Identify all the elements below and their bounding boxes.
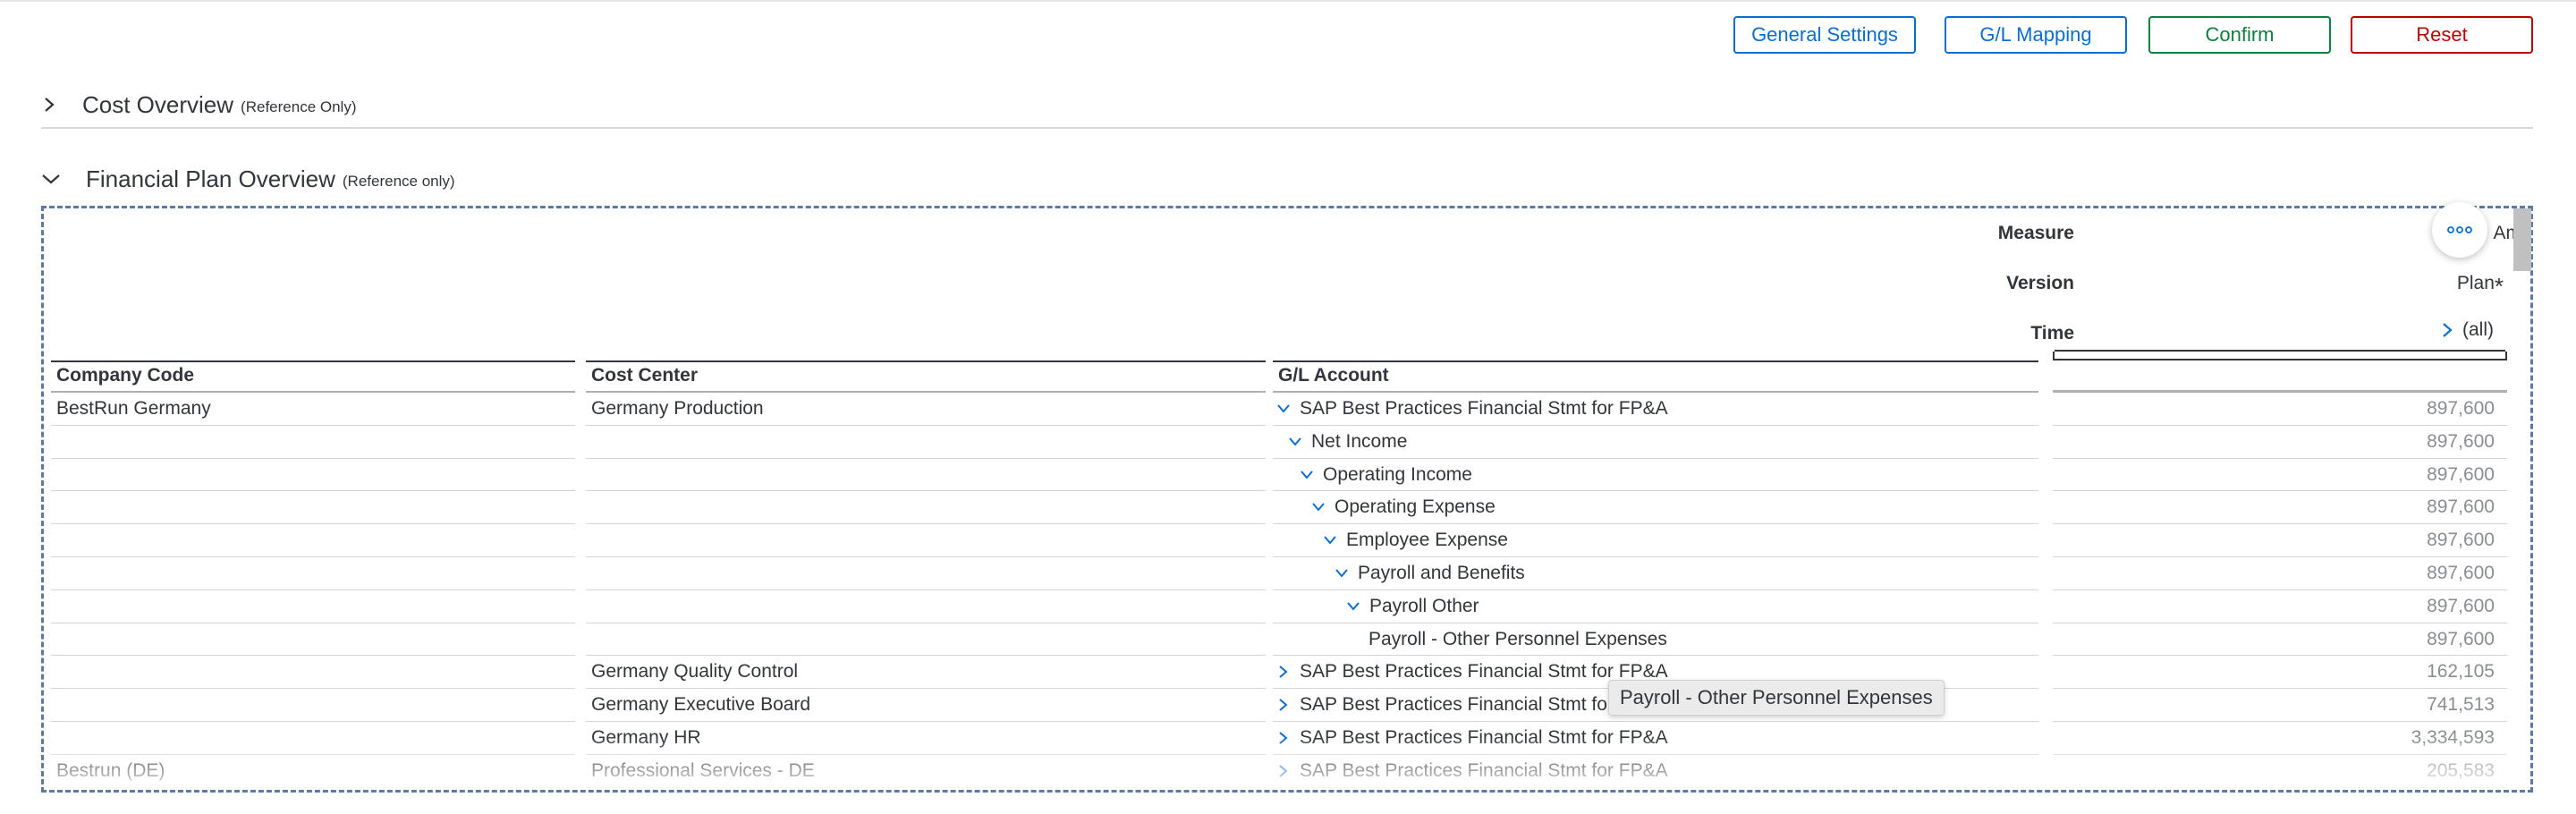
amount-cell: 741,513 bbox=[2427, 694, 2495, 716]
gl-mapping-button[interactable]: G/L Mapping bbox=[1945, 16, 2127, 54]
financial-plan-header[interactable]: Financial Plan Overview (Reference only) bbox=[41, 161, 455, 197]
more-button[interactable] bbox=[2432, 202, 2487, 258]
gl-account-cell: Operating Income bbox=[1323, 463, 1472, 485]
financial-plan-subtitle: (Reference only) bbox=[342, 173, 455, 190]
table-row[interactable]: Employee Expense 897,600 bbox=[44, 524, 2530, 557]
more-horizontal-icon bbox=[2447, 226, 2472, 233]
table-row[interactable]: Germany Executive Board SAP Best Practice… bbox=[44, 689, 2530, 722]
amount-cell: 897,600 bbox=[2427, 628, 2495, 649]
chevron-right-icon[interactable] bbox=[1276, 698, 1291, 712]
version-marker: * bbox=[2494, 273, 2504, 300]
version-text: Plan bbox=[2456, 273, 2495, 293]
table-row[interactable]: Bestrun (DE) Professional Services - DE SA… bbox=[44, 755, 2530, 788]
col-company-code[interactable]: Company Code bbox=[51, 360, 575, 393]
amount-cell: 897,600 bbox=[2427, 595, 2495, 616]
table-row[interactable]: Operating Expense 897,600 bbox=[44, 491, 2530, 525]
table-row[interactable]: BestRun Germany Germany Production SAP Bes… bbox=[44, 393, 2530, 426]
gl-account-cell: SAP Best Practices Financial Stmt for bbox=[1300, 694, 1614, 716]
table-row[interactable]: Payroll Other 897,600 bbox=[44, 590, 2530, 623]
chevron-down-icon[interactable] bbox=[1276, 402, 1291, 416]
chevron-down-icon[interactable] bbox=[1311, 500, 1326, 514]
row-separator bbox=[1273, 786, 2038, 788]
row-separator bbox=[51, 786, 575, 788]
chevron-right-icon[interactable] bbox=[2441, 322, 2453, 338]
gl-account-cell: Employee Expense bbox=[1346, 530, 1508, 551]
company-code-cell: Bestrun (DE) bbox=[56, 759, 165, 781]
amount-cell: 3,334,593 bbox=[2411, 727, 2495, 748]
amount-cell: 897,600 bbox=[2427, 430, 2495, 452]
amount-cell: 205,583 bbox=[2427, 759, 2495, 781]
financial-plan-title: Financial Plan Overview bbox=[86, 165, 335, 192]
gl-account-cell: Payroll and Benefits bbox=[1358, 563, 1525, 583]
gl-account-cell: SAP Best Practices Financial Stmt for FP… bbox=[1300, 398, 1668, 419]
table-row[interactable]: Operating Income 897,600 bbox=[44, 459, 2530, 492]
chevron-down-icon[interactable] bbox=[1346, 599, 1360, 614]
time-text: (all) bbox=[2462, 319, 2494, 340]
version-label: Version bbox=[2006, 273, 2074, 293]
chevron-down-icon[interactable] bbox=[1288, 435, 1302, 449]
chevron-down-icon[interactable] bbox=[41, 171, 61, 187]
measure-label: Measure bbox=[1997, 223, 2074, 243]
cost-overview-header[interactable]: Cost Overview (Reference Only) bbox=[41, 87, 356, 123]
table-row[interactable]: Germany Quality Control SAP Best Practice… bbox=[44, 656, 2530, 690]
time-cell-box bbox=[2053, 350, 2507, 360]
version-value: Plan* bbox=[2056, 273, 2504, 301]
cost-center-cell: Germany Production bbox=[591, 398, 764, 419]
table-row[interactable]: Payroll - Other Personnel Expenses 897,60… bbox=[44, 623, 2530, 657]
col-cost-center[interactable]: Cost Center bbox=[586, 360, 1266, 393]
time-value[interactable]: (all) bbox=[2441, 319, 2494, 341]
amount-cell: 897,600 bbox=[2427, 496, 2495, 518]
cost-overview-subtitle: (Reference Only) bbox=[241, 98, 357, 115]
amount-cell: 897,600 bbox=[2427, 563, 2495, 583]
gl-account-cell: SAP Best Practices Financial Stmt for FP… bbox=[1300, 759, 1668, 781]
amount-cell: 897,600 bbox=[2427, 463, 2495, 485]
cost-overview-title: Cost Overview bbox=[82, 90, 234, 118]
amount-cell: 162,105 bbox=[2427, 661, 2495, 683]
vertical-scrollbar[interactable] bbox=[2513, 208, 2531, 271]
section-divider bbox=[41, 127, 2533, 129]
chevron-right-icon[interactable] bbox=[1276, 764, 1291, 778]
amount-cell: 897,600 bbox=[2427, 398, 2495, 419]
cost-center-cell: Germany Quality Control bbox=[591, 661, 799, 683]
reset-button[interactable]: Reset bbox=[2351, 16, 2533, 54]
col-gl-account[interactable]: G/L Account bbox=[1273, 360, 2038, 393]
top-border bbox=[0, 0, 2576, 2]
cost-center-cell: Germany HR bbox=[591, 727, 701, 748]
table-row[interactable]: Germany HR SAP Best Practices Financial S… bbox=[44, 722, 2530, 755]
financial-plan-table[interactable]: Measure Am Version Plan* Time (all) Comp… bbox=[41, 206, 2533, 793]
cost-center-cell: Germany Executive Board bbox=[591, 694, 811, 716]
company-code-cell: BestRun Germany bbox=[56, 398, 211, 419]
general-settings-button[interactable]: General Settings bbox=[1733, 16, 1916, 54]
chevron-down-icon[interactable] bbox=[1323, 533, 1337, 547]
chevron-right-icon[interactable] bbox=[1276, 665, 1291, 679]
chevron-down-icon[interactable] bbox=[1335, 566, 1349, 581]
chevron-down-icon[interactable] bbox=[1300, 468, 1314, 482]
chevron-right-icon[interactable] bbox=[1276, 731, 1291, 745]
cell-tooltip: Payroll - Other Personnel Expenses bbox=[1608, 680, 1945, 716]
cost-center-cell: Professional Services - DE bbox=[591, 759, 815, 781]
chevron-right-icon[interactable] bbox=[41, 97, 57, 113]
time-label: Time bbox=[2030, 323, 2074, 343]
gl-account-cell: SAP Best Practices Financial Stmt for FP… bbox=[1300, 727, 1668, 748]
amount-cell: 897,600 bbox=[2427, 530, 2495, 551]
row-separator bbox=[2053, 786, 2507, 788]
table-row[interactable]: Payroll and Benefits 897,600 bbox=[44, 557, 2530, 590]
row-separator bbox=[586, 786, 1266, 788]
table-row[interactable]: Net Income 897,600 bbox=[44, 426, 2530, 459]
gl-account-cell: Net Income bbox=[1311, 430, 1408, 452]
gl-account-cell: Payroll Other bbox=[1369, 595, 1479, 616]
gl-account-cell: Payroll - Other Personnel Expenses bbox=[1368, 628, 1667, 649]
confirm-button[interactable]: Confirm bbox=[2148, 16, 2331, 54]
gl-account-cell: Operating Expense bbox=[1335, 496, 1496, 518]
